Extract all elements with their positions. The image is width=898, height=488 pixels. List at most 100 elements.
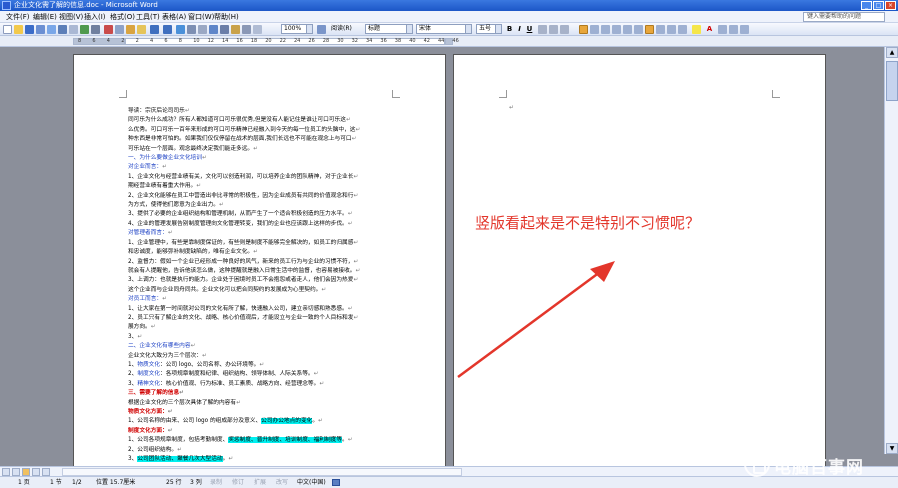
status-column: 3 列	[190, 479, 202, 486]
ruler-number: 8	[78, 38, 82, 44]
ruler-number: 34	[366, 38, 373, 44]
chevron-down-icon	[465, 25, 471, 33]
status-overtype[interactable]: 改写	[276, 477, 288, 488]
menu-view[interactable]: 视图(V)	[59, 11, 83, 23]
highlight-icon[interactable]	[692, 25, 701, 34]
word-app-icon[interactable]	[2, 1, 11, 10]
italic-button[interactable]: I	[515, 24, 524, 34]
menu-edit[interactable]: 编辑(E)	[33, 11, 57, 23]
vertical-scroll-thumb[interactable]	[886, 61, 898, 101]
new-document-icon[interactable]	[3, 25, 12, 34]
arrow-head	[590, 261, 615, 282]
email-icon[interactable]	[47, 25, 56, 34]
help-icon[interactable]	[317, 25, 326, 34]
print-layout-icon[interactable]	[22, 468, 30, 476]
decrease-indent-icon[interactable]	[667, 25, 676, 34]
font-size-select[interactable]: 五号	[476, 24, 502, 34]
columns-icon[interactable]	[220, 25, 229, 34]
copy-icon[interactable]	[115, 25, 124, 34]
print-preview-icon[interactable]	[69, 25, 78, 34]
web-view-icon[interactable]	[12, 468, 20, 476]
phonetic-icon[interactable]	[718, 25, 727, 34]
menu-format[interactable]: 格式(O)	[110, 11, 135, 23]
font-color-button[interactable]: A	[705, 24, 714, 34]
ruler-number: 20	[265, 38, 272, 44]
chevron-down-icon	[495, 25, 501, 33]
ruler-number: 18	[250, 38, 258, 44]
reading-view-icon[interactable]	[42, 468, 50, 476]
increase-indent-icon[interactable]	[678, 25, 687, 34]
horizontal-scroll-track[interactable]	[62, 468, 462, 476]
menu-file[interactable]: 文件(F)	[6, 11, 30, 23]
title-bar: 企业文化需了解的信息.doc - Microsoft Word _ □ ×	[0, 0, 898, 11]
ruler-number: 16	[236, 38, 243, 44]
ruler-number: 32	[351, 38, 358, 44]
status-track[interactable]: 修订	[232, 477, 244, 488]
document-map-icon[interactable]	[242, 25, 251, 34]
numbering-icon[interactable]	[645, 25, 654, 34]
style-select[interactable]: 标题	[365, 24, 413, 34]
research-icon[interactable]	[91, 25, 100, 34]
zoom-select[interactable]: 100%	[281, 24, 313, 34]
align-right-icon[interactable]	[601, 25, 610, 34]
window-title: 企业文化需了解的信息.doc - Microsoft Word	[14, 1, 158, 9]
show-hide-icon[interactable]	[253, 25, 262, 34]
bold-button[interactable]: B	[505, 24, 514, 34]
bullets-icon[interactable]	[656, 25, 665, 34]
menu-help[interactable]: 帮助(H)	[214, 11, 239, 23]
minimize-button[interactable]: _	[861, 1, 872, 10]
menu-window[interactable]: 窗口(W)	[188, 11, 214, 23]
hyperlink-icon[interactable]	[176, 25, 185, 34]
char-shading-icon[interactable]	[549, 25, 558, 34]
menu-insert[interactable]: 插入(I)	[84, 11, 106, 23]
align-left-icon[interactable]	[579, 25, 588, 34]
zoom-value: 100%	[284, 25, 302, 32]
enclose-char-icon[interactable]	[729, 25, 738, 34]
toolbar: 100% 阅读(R) 标题 宋体 五号 B I U A	[0, 23, 898, 36]
ruler-number: 14	[222, 38, 229, 44]
menu-table[interactable]: 表格(A)	[162, 11, 186, 23]
tables-borders-icon[interactable]	[187, 25, 196, 34]
vertical-scrollbar[interactable]: ▲ ▼	[884, 47, 898, 454]
font-select[interactable]: 宋体	[416, 24, 472, 34]
close-button[interactable]: ×	[885, 1, 896, 10]
permission-icon[interactable]	[36, 25, 45, 34]
justify-icon[interactable]	[612, 25, 621, 34]
print-icon[interactable]	[58, 25, 67, 34]
toolbar-options-icon[interactable]	[740, 25, 749, 34]
chevron-down-icon	[406, 25, 412, 33]
status-extend[interactable]: 扩展	[254, 477, 266, 488]
spelling-icon[interactable]	[80, 25, 89, 34]
document-workarea[interactable]: 导读：宗庆后论司司乐↵ 同可乐为什么成功？所有人都知道可口可乐很优秀,但是没有人能…	[0, 47, 898, 466]
open-folder-icon[interactable]	[14, 25, 23, 34]
insert-table-icon[interactable]	[198, 25, 207, 34]
char-scale-icon[interactable]	[560, 25, 569, 34]
insert-excel-icon[interactable]	[209, 25, 218, 34]
outline-view-icon[interactable]	[32, 468, 40, 476]
read-mode-button[interactable]: 阅读(R)	[331, 24, 352, 34]
ruler-number: 6	[164, 38, 168, 44]
horizontal-ruler[interactable]: 8 6 4 2 2 4 6 8 10 12 14 16 18 20 22 24 26 28 30 32 34 36 38 40…	[0, 36, 898, 47]
normal-view-icon[interactable]	[2, 468, 10, 476]
status-line: 25 行	[166, 479, 182, 486]
help-search-input[interactable]: 键入需要帮助的问题	[803, 12, 885, 22]
align-center-icon[interactable]	[590, 25, 599, 34]
watermark-logo-icon	[744, 451, 770, 477]
redo-icon[interactable]	[163, 25, 172, 34]
line-spacing-icon[interactable]	[634, 25, 643, 34]
spelling-status-icon[interactable]	[332, 479, 340, 486]
underline-button[interactable]: U	[525, 24, 534, 34]
drawing-icon[interactable]	[231, 25, 240, 34]
status-rec[interactable]: 录制	[210, 477, 222, 488]
scroll-up-arrow-icon[interactable]: ▲	[886, 47, 898, 58]
undo-icon[interactable]	[150, 25, 159, 34]
ruler-number: 30	[337, 38, 344, 44]
maximize-button[interactable]: □	[873, 1, 884, 10]
menu-tools[interactable]: 工具(T)	[136, 11, 160, 23]
format-painter-icon[interactable]	[137, 25, 146, 34]
save-icon[interactable]	[25, 25, 34, 34]
cut-icon[interactable]	[104, 25, 113, 34]
paste-icon[interactable]	[126, 25, 135, 34]
char-border-icon[interactable]	[538, 25, 547, 34]
distributed-icon[interactable]	[623, 25, 632, 34]
